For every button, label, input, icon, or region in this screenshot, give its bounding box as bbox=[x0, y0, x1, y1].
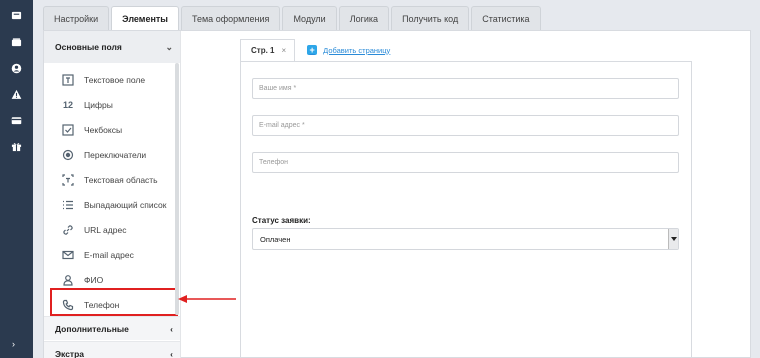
sidebar-item-label: Текстовая область bbox=[84, 174, 158, 185]
section-extra[interactable]: Экстра ‹ bbox=[44, 341, 180, 358]
sidebar-item-url[interactable]: URL адрес bbox=[44, 217, 180, 242]
form-preview: Ваше имя * E-mail адрес * Телефон Статус… bbox=[240, 61, 692, 358]
page-tab-label: Стр. 1 bbox=[251, 46, 275, 55]
add-page-link[interactable]: + Добавить страницу bbox=[307, 45, 390, 55]
page-tabs: Стр. 1 × + Добавить страницу bbox=[240, 39, 390, 61]
email-field[interactable]: E-mail адрес * bbox=[252, 115, 679, 136]
add-page-label: Добавить страницу bbox=[323, 45, 391, 55]
section-basic-fields-label: Основные поля bbox=[55, 42, 122, 52]
close-icon[interactable]: × bbox=[281, 46, 286, 55]
plus-icon: + bbox=[307, 45, 318, 55]
rail-expand-icon[interactable]: › bbox=[12, 339, 15, 349]
tab-logic[interactable]: Логика bbox=[338, 6, 390, 30]
select-arrow-icon[interactable] bbox=[668, 229, 678, 249]
chevron-down-icon: ⌄ bbox=[165, 41, 173, 52]
section-extra-label: Экстра bbox=[55, 348, 84, 358]
inbox-icon[interactable] bbox=[11, 10, 22, 21]
page-tab-1[interactable]: Стр. 1 × bbox=[240, 39, 296, 61]
sidebar-item-label: Чекбоксы bbox=[84, 124, 123, 135]
status-select-value: Оплачен bbox=[260, 234, 291, 244]
sidebar-item-email[interactable]: E-mail адрес bbox=[44, 242, 180, 267]
status-select[interactable]: Оплачен bbox=[252, 228, 679, 250]
basic-fields-list: Текстовое поле 12 Цифры Чекбоксы Переклю… bbox=[44, 63, 180, 317]
sidebar-item-label: ФИО bbox=[84, 274, 104, 285]
text-field-icon bbox=[62, 73, 74, 86]
builder-tabs: Настройки Элементы Тема оформления Модул… bbox=[43, 6, 543, 31]
radio-icon bbox=[62, 149, 74, 161]
tab-get-code[interactable]: Получить код bbox=[391, 6, 470, 30]
app-rail: › bbox=[0, 0, 33, 358]
list-icon bbox=[62, 199, 74, 211]
tab-settings[interactable]: Настройки bbox=[43, 6, 110, 30]
sidebar-item-dropdown[interactable]: Выпадающий список bbox=[44, 192, 180, 217]
status-label: Статус заявки: bbox=[252, 216, 311, 225]
sidebar-item-label: Текстовое поле bbox=[84, 74, 146, 85]
phone-field[interactable]: Телефон bbox=[252, 152, 679, 173]
tab-theme[interactable]: Тема оформления bbox=[181, 6, 281, 30]
gift-icon[interactable] bbox=[11, 141, 22, 152]
section-additional-label: Дополнительные bbox=[55, 323, 129, 334]
sidebar-item-text-field[interactable]: Текстовое поле bbox=[44, 67, 180, 92]
chevron-left-icon: ‹ bbox=[170, 323, 173, 334]
name-field[interactable]: Ваше имя * bbox=[252, 78, 679, 99]
editor-panel: Основные поля ⌄ Текстовое поле 12 Цифры … bbox=[43, 30, 751, 358]
highlight-frame bbox=[50, 288, 178, 316]
sidebar-item-label: Выпадающий список bbox=[84, 199, 167, 210]
form-canvas: Стр. 1 × + Добавить страницу Ваше имя * … bbox=[240, 39, 692, 358]
person-icon bbox=[62, 274, 74, 286]
checkbox-icon bbox=[62, 123, 74, 136]
elements-sidebar: Основные поля ⌄ Текстовое поле 12 Цифры … bbox=[44, 31, 181, 358]
tab-statistics[interactable]: Статистика bbox=[471, 6, 541, 30]
sidebar-item-radio[interactable]: Переключатели bbox=[44, 142, 180, 167]
sidebar-item-textarea[interactable]: Текстовая область bbox=[44, 167, 180, 192]
user-circle-icon[interactable] bbox=[11, 63, 22, 74]
sidebar-scrollbar[interactable] bbox=[175, 63, 179, 315]
sidebar-item-label: URL адрес bbox=[84, 224, 127, 235]
section-additional[interactable]: Дополнительные ‹ bbox=[44, 316, 180, 340]
tab-modules[interactable]: Модули bbox=[282, 6, 337, 30]
wallet-icon[interactable] bbox=[11, 37, 22, 48]
mail-icon bbox=[62, 249, 74, 261]
numbers-icon: 12 bbox=[62, 99, 73, 110]
card-icon[interactable] bbox=[11, 115, 22, 126]
warning-icon[interactable] bbox=[11, 89, 22, 100]
sidebar-item-label: E-mail адрес bbox=[84, 249, 134, 260]
sidebar-item-numbers[interactable]: 12 Цифры bbox=[44, 92, 180, 117]
sidebar-item-checkboxes[interactable]: Чекбоксы bbox=[44, 117, 180, 142]
pointer-arrow-icon bbox=[178, 295, 236, 303]
sidebar-item-label: Цифры bbox=[84, 99, 113, 110]
textarea-icon bbox=[62, 173, 74, 186]
chevron-left-icon: ‹ bbox=[170, 348, 173, 358]
sidebar-item-label: Переключатели bbox=[84, 149, 147, 160]
section-basic-fields[interactable]: Основные поля ⌄ bbox=[44, 31, 180, 63]
link-icon bbox=[62, 224, 74, 236]
tab-elements[interactable]: Элементы bbox=[111, 6, 179, 31]
